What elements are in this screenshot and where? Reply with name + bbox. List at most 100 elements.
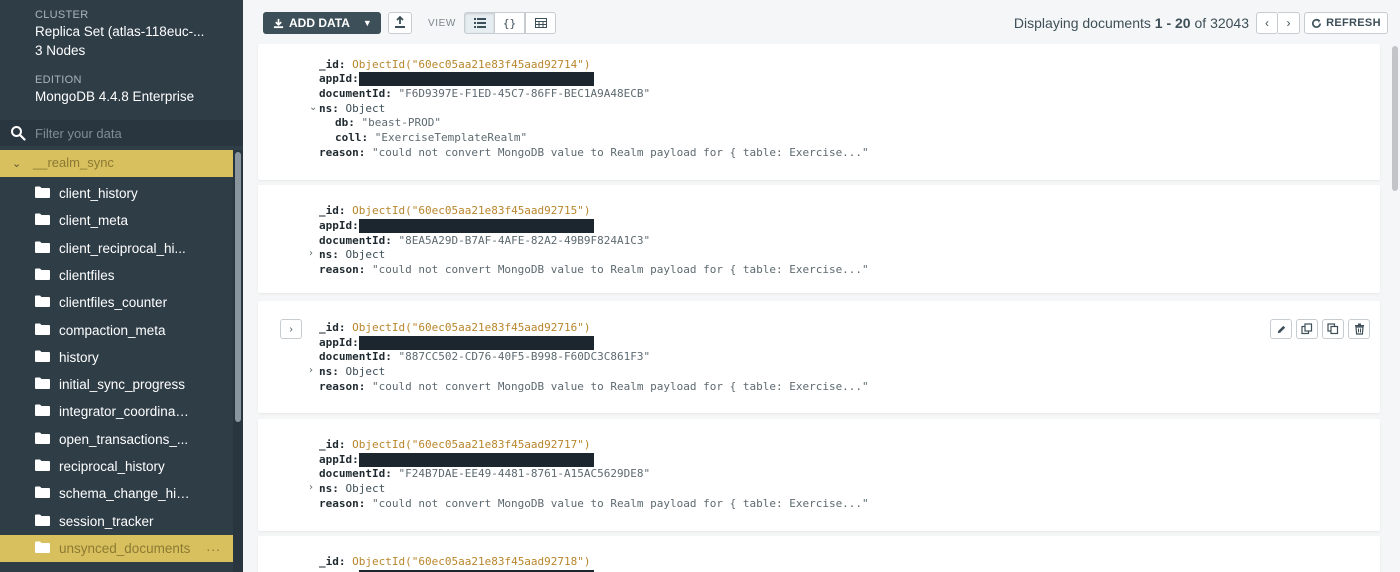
field-id: _id: ObjectId("60ec05aa21e83f45aad92715"… (319, 204, 591, 218)
edit-document-button[interactable] (1270, 319, 1292, 339)
folder-icon (35, 295, 50, 308)
sidebar-collection-item[interactable]: client_history (0, 180, 233, 207)
field-value[interactable]: "F6D9397E-F1ED-45C7-86FF-BEC1A9A48ECB" (398, 87, 650, 100)
export-button[interactable] (388, 12, 412, 34)
field-key: ns: (319, 102, 339, 115)
sidebar-collection-item[interactable]: clientfiles_counter (0, 289, 233, 316)
delete-document-button[interactable] (1348, 319, 1370, 339)
field-reason: reason: "could not convert MongoDB value… (319, 380, 869, 394)
copy-document-button[interactable] (1296, 319, 1318, 339)
clone-icon (1327, 323, 1339, 335)
redacted-value (358, 336, 594, 350)
add-data-button[interactable]: ADD DATA ▼ (263, 12, 381, 34)
trash-icon (1354, 323, 1364, 335)
field-value[interactable]: ObjectId("60ec05aa21e83f45aad92716") (352, 321, 590, 334)
field-value[interactable]: "could not convert MongoDB value to Real… (372, 497, 869, 510)
field-value[interactable]: Object (346, 102, 386, 115)
sidebar-collection-item[interactable]: open_transactions_... (0, 426, 233, 453)
table-icon (534, 18, 547, 28)
field-value[interactable]: "ExerciseTemplateRealm" (375, 131, 527, 144)
expand-toggle-icon[interactable]: › (309, 482, 313, 493)
folder-icon (35, 213, 50, 226)
json-view-button[interactable]: {} (494, 12, 525, 34)
document-list: _id: ObjectId("60ec05aa21e83f45aad92714"… (243, 44, 1390, 572)
field-value[interactable]: "887CC502-CD76-40F5-B998-F60DC3C861F3" (398, 350, 650, 363)
list-view-button[interactable] (464, 12, 495, 34)
field-ns: ns: Object (319, 365, 385, 379)
field-value[interactable]: ObjectId("60ec05aa21e83f45aad92717") (352, 438, 590, 451)
redacted-value (358, 72, 594, 86)
next-page-button[interactable]: › (1278, 12, 1300, 34)
field-value[interactable]: "8EA5A29D-B7AF-4AFE-82A2-49B9F824A1C3" (398, 234, 650, 247)
field-ns: ns: Object (319, 248, 385, 262)
sidebar-collection-item[interactable]: compaction_meta (0, 317, 233, 344)
field-value[interactable]: "beast-PROD" (362, 116, 441, 129)
sidebar-scrollbar-thumb[interactable] (235, 152, 241, 422)
field-value[interactable]: "F24B7DAE-EE49-4481-8761-A15AC5629DE8" (398, 467, 650, 480)
field-key: reason: (319, 263, 366, 276)
refresh-button[interactable]: REFRESH (1304, 12, 1388, 34)
folder-icon (35, 432, 50, 444)
field-key: ns: (319, 482, 339, 495)
documents-scrollbar-thumb[interactable] (1392, 46, 1398, 191)
sidebar-collection-item[interactable]: client_meta (0, 207, 233, 234)
pencil-icon (1277, 325, 1285, 333)
sidebar-scrollbar[interactable] (233, 150, 243, 572)
sidebar-collection-item[interactable]: unsynced_documents... (0, 534, 233, 562)
add-data-label: ADD DATA (289, 16, 350, 30)
sidebar-collection-item[interactable]: clientfiles (0, 262, 233, 289)
field-value[interactable]: Object (346, 248, 386, 261)
clone-document-button[interactable] (1322, 319, 1344, 339)
sidebar: CLUSTER Replica Set (atlas-118euc-... 3 … (0, 0, 243, 572)
collapse-toggle-icon[interactable]: ⌄ (309, 102, 317, 113)
sidebar-collection-item[interactable]: client_reciprocal_hi... (0, 235, 233, 262)
copy-icon (1301, 323, 1313, 335)
sidebar-collection-item[interactable]: schema_change_his... (0, 480, 233, 507)
sidebar-collection-item[interactable]: initial_sync_progress (0, 371, 233, 398)
refresh-icon (1312, 18, 1322, 28)
field-value[interactable]: ObjectId("60ec05aa21e83f45aad92714") (352, 58, 590, 71)
field-value[interactable]: "could not convert MongoDB value to Real… (372, 263, 869, 276)
expand-toggle-icon[interactable]: › (309, 365, 313, 376)
field-value[interactable]: ObjectId("60ec05aa21e83f45aad92718") (352, 555, 590, 568)
sidebar-collection-item[interactable]: integrator_coordinator (0, 398, 233, 425)
pager-of: of (1194, 15, 1207, 31)
field-value[interactable]: Object (346, 482, 386, 495)
chevron-right-icon: › (289, 323, 293, 335)
expand-toggle-icon[interactable]: › (309, 248, 313, 259)
sidebar-collection-item[interactable]: session_tracker (0, 508, 233, 535)
field-reason: reason: "could not convert MongoDB value… (319, 146, 869, 160)
field-ns: ns: Object (319, 102, 385, 116)
field-value[interactable]: ObjectId("60ec05aa21e83f45aad92715") (352, 204, 590, 217)
field-key: reason: (319, 146, 366, 159)
field-key: _id: (319, 58, 346, 71)
document-card: _id: ObjectId("60ec05aa21e83f45aad92718"… (258, 536, 1380, 572)
field-key: coll: (335, 131, 369, 144)
expand-document-button[interactable]: › (280, 319, 302, 339)
folder-icon (35, 241, 50, 253)
more-options-icon[interactable]: ... (206, 538, 221, 554)
field-value[interactable]: "could not convert MongoDB value to Real… (372, 146, 869, 159)
folder-icon (35, 541, 50, 553)
table-view-button[interactable] (525, 12, 556, 34)
sidebar-database-realm-sync[interactable]: ⌄ __realm_sync (0, 150, 233, 177)
download-icon (273, 18, 284, 28)
field-key: _id: (319, 555, 346, 568)
filter-input[interactable] (35, 123, 225, 143)
field-key: appId: (319, 336, 359, 349)
collection-label: session_tracker (59, 513, 154, 529)
field-value[interactable]: "could not convert MongoDB value to Real… (372, 380, 869, 393)
field-value[interactable]: Object (346, 365, 386, 378)
previous-page-button[interactable]: ‹ (1256, 12, 1278, 34)
collection-label: client_reciprocal_hi... (59, 240, 186, 256)
folder-icon (35, 323, 50, 335)
search-icon (11, 126, 26, 141)
sidebar-collection-item[interactable]: history (0, 344, 233, 371)
view-label: VIEW (428, 18, 456, 29)
documents-scrollbar[interactable] (1390, 44, 1400, 572)
redacted-value (358, 453, 594, 467)
sidebar-collection-item[interactable]: reciprocal_history (0, 453, 233, 480)
field-ns-db: db: "beast-PROD" (335, 116, 441, 130)
field-id: _id: ObjectId("60ec05aa21e83f45aad92717"… (319, 438, 591, 452)
edition-value: MongoDB 4.4.8 Enterprise (35, 89, 195, 104)
